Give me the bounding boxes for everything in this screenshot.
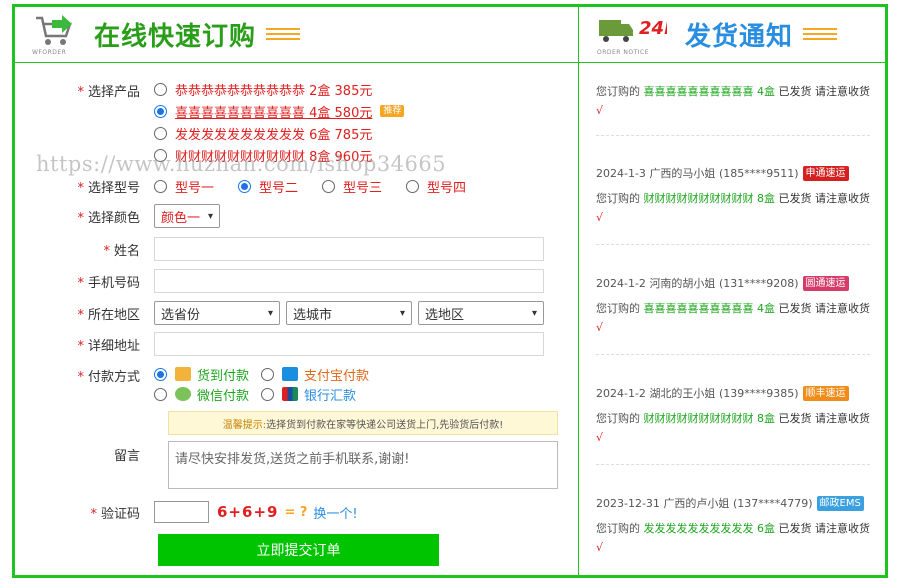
captcha-input[interactable] [154,501,209,523]
carrier-badge: 申通速运 [802,166,849,181]
notice-item: 2024-1-3 广西的马小姐 (185****9511) 申通速运 您订购的 财… [596,166,870,224]
captcha-row: * 验证码 6+6+9 = ? 换一个! [90,501,358,523]
carrier-badge: 圆通速运 [802,276,849,291]
logo-subtitle: ORDER NOTICE [597,49,650,56]
product-options: 恭恭恭恭恭恭恭恭恭恭 2盒 385元 喜喜喜喜喜喜喜喜喜喜 4盒 580元 推荐 … [154,78,405,166]
radio-selected[interactable] [154,104,167,118]
recommend-badge: 推荐 [380,105,405,117]
notice-item: 2024-1-2 河南的胡小姐 (131****9208) 圆通速运 您订购的 喜… [596,276,870,334]
title-decoration [266,28,301,40]
alipay-icon [282,367,299,381]
logo-subtitle: WFORDER [32,49,67,56]
model-option[interactable]: 型号四 [406,175,466,197]
chevron-down-icon: ▾ [267,307,273,319]
payment-tip: 温馨提示: 选择货到付款在家等快递公司送货上门,先验货后付款! [168,411,558,435]
captcha-equals: = ? [284,504,308,520]
captcha-label: 验证码 [100,506,140,522]
product-row: * 选择产品 恭恭恭恭恭恭恭恭恭恭 2盒 385元 喜喜喜喜喜喜喜喜喜喜 4盒 5… [30,78,405,166]
color-row: * 选择颜色 颜色一 ▾ [30,204,220,228]
phone-label: 手机号码 [87,275,140,291]
radio[interactable] [261,367,275,381]
radio[interactable] [154,387,167,401]
unionpay-icon [282,387,299,401]
radio[interactable] [406,179,420,193]
region-row: * 所在地区 选省份 ▾ 选城市 ▾ 选地区 ▾ [30,301,544,325]
name-label: 姓名 [113,243,140,259]
radio-selected[interactable] [154,367,167,381]
payment-row: * 付款方式 货到付款 支付宝付款 微信付款 银行汇款 [30,364,381,404]
notice-divider [596,135,870,136]
product-option[interactable]: 喜喜喜喜喜喜喜喜喜喜 4盒 580元 推荐 [154,100,405,122]
wechat-icon [175,387,191,401]
radio[interactable] [322,179,336,193]
notice-divider [596,244,870,245]
submit-order-button[interactable]: 立即提交订单 [158,534,439,566]
cart-logo-icon: WFORDER [32,12,82,56]
chevron-down-icon: ▾ [207,210,213,222]
payment-option[interactable]: 微信付款 [154,384,249,404]
carrier-badge: 顺丰速运 [802,386,849,401]
notice-divider [596,464,870,465]
phone-input[interactable] [154,269,544,293]
region-label: 所在地区 [87,307,140,323]
title-decoration [803,28,838,40]
payment-options: 货到付款 支付宝付款 微信付款 银行汇款 [154,364,381,404]
24h-badge: 24h [639,18,667,39]
message-label: 留言 [113,449,140,464]
model-option[interactable]: 型号二 [238,175,298,197]
payment-option[interactable]: 银行汇款 [261,384,356,404]
notice-item: 2023-12-31 广西的卢小姐 (137****4779) 邮政EMS 您订购… [596,496,870,554]
model-label: 选择型号 [87,180,140,196]
color-select[interactable]: 颜色一 ▾ [154,204,220,228]
notice-item: 2024-1-2 湖北的王小姐 (139****9385) 顺丰速运 您订购的 财… [596,386,870,444]
address-row: * 详细地址 [30,332,544,356]
carrier-badge: 邮政EMS [816,496,864,511]
header-divider [15,62,885,63]
message-textarea[interactable]: 请尽快安排发货,送货之前手机联系,谢谢! [168,441,558,489]
cash-on-delivery-icon [175,367,191,381]
captcha-expression: 6+6+9 [217,503,279,521]
radio-selected[interactable] [238,179,252,193]
truck-logo-icon: 24h ORDER NOTICE [597,12,677,56]
message-row: 留言 [30,445,154,464]
order-header: WFORDER 在线快速订购 [32,9,301,59]
radio[interactable] [261,387,275,401]
product-option[interactable]: 财财财财财财财财财财 8盒 960元 [154,144,404,166]
phone-row: * 手机号码 [30,269,544,293]
color-label: 选择颜色 [87,210,140,226]
product-label: 选择产品 [87,85,140,100]
column-divider [578,4,579,578]
chevron-down-icon: ▾ [399,307,405,319]
province-select[interactable]: 选省份 ▾ [154,301,280,325]
product-option[interactable]: 发发发发发发发发发发 6盒 785元 [154,122,404,144]
address-label: 详细地址 [87,338,140,354]
model-option[interactable]: 型号一 [154,175,214,197]
payment-option[interactable]: 货到付款 [154,364,249,384]
notice-item: 您订购的 喜喜喜喜喜喜喜喜喜喜 4盒 已发货 请注意收货√ [596,85,870,117]
address-input[interactable] [154,332,544,356]
district-select[interactable]: 选地区 ▾ [418,301,544,325]
city-select[interactable]: 选城市 ▾ [286,301,412,325]
radio[interactable] [154,126,167,140]
chevron-down-icon: ▾ [531,307,537,319]
payment-label: 付款方式 [87,370,140,385]
model-row: * 选择型号 型号一 型号二 型号三 型号四 [30,175,466,197]
notice-title: 发货通知 [685,21,794,52]
notice-divider [596,354,870,355]
order-title: 在线快速订购 [94,21,257,52]
notice-header: 24h ORDER NOTICE 发货通知 [597,9,838,59]
name-row: * 姓名 [30,237,544,261]
product-option[interactable]: 恭恭恭恭恭恭恭恭恭恭 2盒 385元 [154,78,404,100]
payment-option[interactable]: 支付宝付款 [261,364,369,384]
model-option[interactable]: 型号三 [322,175,382,197]
captcha-refresh-link[interactable]: 换一个! [313,503,357,522]
radio[interactable] [154,179,167,193]
name-input[interactable] [154,237,544,261]
radio[interactable] [154,148,167,162]
radio[interactable] [154,82,167,96]
